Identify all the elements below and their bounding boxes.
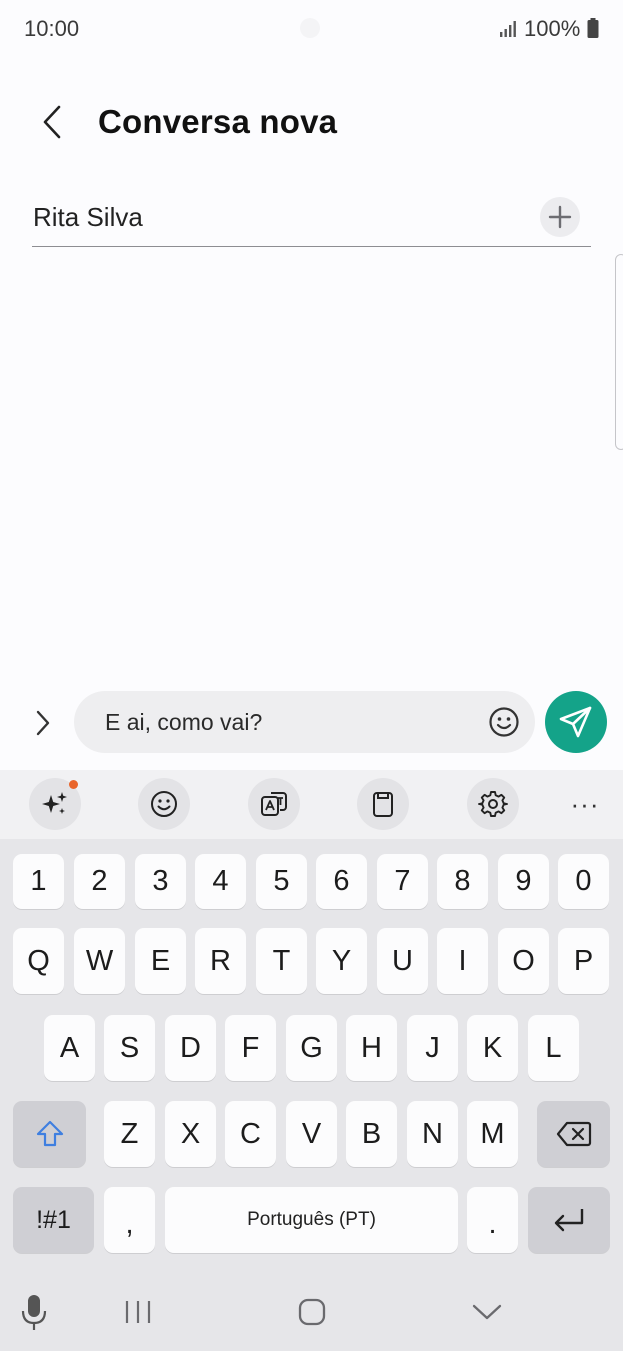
key-0[interactable]: 0 [558, 854, 609, 909]
key-r[interactable]: R [195, 928, 246, 994]
key-4[interactable]: 4 [195, 854, 246, 909]
status-bar: 10:00 100% [0, 0, 623, 56]
hide-keyboard-button[interactable] [465, 1292, 509, 1332]
key-9[interactable]: 9 [498, 854, 549, 909]
space-key[interactable]: Português (PT) [165, 1187, 458, 1253]
key-y[interactable]: Y [316, 928, 367, 994]
recipient-field[interactable]: Rita Silva [32, 190, 591, 247]
emoji-panel-button[interactable] [138, 778, 190, 830]
message-input[interactable]: E ai, como vai? [74, 691, 535, 753]
key-s[interactable]: S [104, 1015, 155, 1081]
microphone-icon [21, 1295, 47, 1330]
notification-dot [69, 780, 78, 789]
key-u[interactable]: U [377, 928, 428, 994]
key-h[interactable]: H [346, 1015, 397, 1081]
key-n[interactable]: N [407, 1101, 458, 1167]
key-b[interactable]: B [346, 1101, 397, 1167]
chevron-right-icon [36, 710, 50, 736]
settings-icon [478, 791, 508, 817]
camera-cutout [300, 18, 320, 38]
key-a[interactable]: A [44, 1015, 95, 1081]
emoji-button[interactable] [486, 704, 522, 740]
key-6[interactable]: 6 [316, 854, 367, 909]
recents-icon [125, 1301, 151, 1323]
clipboard-button[interactable] [357, 778, 409, 830]
shift-key[interactable] [13, 1101, 86, 1167]
translate-icon [261, 792, 287, 816]
clipboard-icon [373, 792, 393, 817]
key-g[interactable]: G [286, 1015, 337, 1081]
battery-icon [587, 18, 599, 38]
expand-options-button[interactable] [22, 702, 64, 744]
chevron-left-icon [43, 105, 61, 139]
enter-icon [554, 1209, 584, 1232]
key-l[interactable]: L [528, 1015, 579, 1081]
hide-keyboard-icon [472, 1304, 502, 1320]
message-text: E ai, como vai? [105, 709, 263, 735]
shift-icon [36, 1120, 63, 1147]
symbols-key[interactable]: !#1 [13, 1187, 94, 1253]
key-x[interactable]: X [165, 1101, 216, 1167]
page-title: Conversa nova [98, 103, 338, 140]
keyboard-settings-button[interactable] [467, 778, 519, 830]
battery-percentage: 100% [524, 16, 581, 41]
recents-button[interactable] [116, 1292, 160, 1332]
key-w[interactable]: W [74, 928, 125, 994]
backspace-icon [556, 1121, 591, 1147]
key-m[interactable]: M [467, 1101, 518, 1167]
key-7[interactable]: 7 [377, 854, 428, 909]
recipient-name: Rita Silva [33, 202, 143, 232]
more-icon: ··· [570, 788, 600, 819]
key-v[interactable]: V [286, 1101, 337, 1167]
keyboard-toolbar: ··· [0, 770, 623, 839]
smiley-icon [489, 707, 519, 737]
enter-key[interactable] [528, 1187, 610, 1253]
translate-button[interactable] [248, 778, 300, 830]
comma-key[interactable]: , [104, 1187, 155, 1253]
paper-plane-icon [559, 706, 592, 738]
key-3[interactable]: 3 [135, 854, 186, 909]
key-p[interactable]: P [558, 928, 609, 994]
backspace-key[interactable] [537, 1101, 610, 1167]
key-i[interactable]: I [437, 928, 488, 994]
back-button[interactable] [30, 100, 74, 144]
home-icon [298, 1298, 326, 1326]
plus-icon [548, 205, 572, 229]
add-recipient-button[interactable] [540, 197, 580, 237]
key-8[interactable]: 8 [437, 854, 488, 909]
sparkle-icon [42, 792, 67, 814]
more-options-button[interactable]: ··· [560, 778, 610, 830]
voice-input-button[interactable] [12, 1292, 56, 1332]
key-t[interactable]: T [256, 928, 307, 994]
key-c[interactable]: C [225, 1101, 276, 1167]
emoji-icon [151, 791, 177, 817]
status-time: 10:00 [24, 16, 80, 41]
key-e[interactable]: E [135, 928, 186, 994]
key-5[interactable]: 5 [256, 854, 307, 909]
key-q[interactable]: Q [13, 928, 64, 994]
key-k[interactable]: K [467, 1015, 518, 1081]
key-z[interactable]: Z [104, 1101, 155, 1167]
key-1[interactable]: 1 [13, 854, 64, 909]
key-j[interactable]: J [407, 1015, 458, 1081]
key-o[interactable]: O [498, 928, 549, 994]
keyboard: ··· 1 2 3 4 5 6 7 8 9 0 Q W E R T Y U I … [0, 770, 623, 1351]
send-button[interactable] [545, 691, 607, 753]
edge-panel-handle[interactable] [615, 254, 623, 450]
key-f[interactable]: F [225, 1015, 276, 1081]
key-2[interactable]: 2 [74, 854, 125, 909]
key-d[interactable]: D [165, 1015, 216, 1081]
navigation-bar [0, 1270, 623, 1351]
signal-icon [500, 21, 516, 37]
home-button[interactable] [290, 1292, 334, 1332]
period-key[interactable]: . [467, 1187, 518, 1253]
